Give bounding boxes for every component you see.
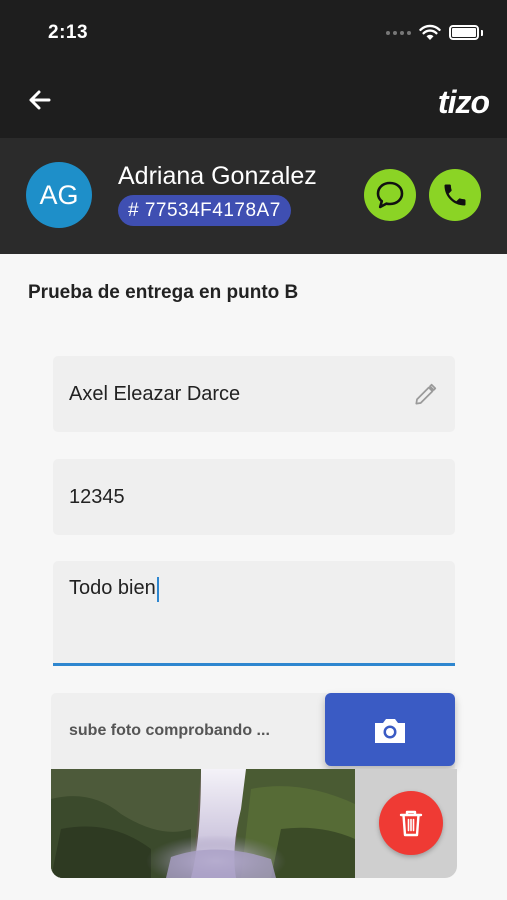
receiver-name-field[interactable]: Axel Eleazar Darce bbox=[53, 356, 455, 432]
delivery-form: Prueba de entrega en punto B Axel Eleaza… bbox=[0, 254, 507, 900]
camera-icon bbox=[375, 718, 405, 743]
call-button[interactable] bbox=[429, 169, 481, 221]
wifi-icon bbox=[419, 24, 441, 40]
code-value: 12345 bbox=[69, 485, 125, 508]
page-title: Prueba de entrega en punto B bbox=[28, 282, 299, 303]
photo-label: sube foto comprobando ... bbox=[69, 722, 270, 739]
order-id-badge: # 77534F4178A7 bbox=[118, 195, 291, 226]
chat-bubble-icon bbox=[376, 181, 404, 209]
battery-tip bbox=[481, 29, 483, 36]
pencil-icon[interactable] bbox=[412, 382, 438, 408]
signal-icon bbox=[386, 30, 411, 35]
phone-icon bbox=[444, 184, 466, 206]
trash-icon bbox=[399, 810, 423, 837]
app-logo: tizo bbox=[437, 84, 490, 120]
app-bar: tizo bbox=[0, 66, 507, 138]
photo-preview-row bbox=[51, 769, 457, 878]
note-field[interactable]: Todo bien bbox=[53, 561, 455, 666]
note-value: Todo bien bbox=[69, 577, 156, 599]
status-bar: 2:13 bbox=[0, 0, 507, 66]
text-caret bbox=[156, 577, 159, 602]
customer-name: Adriana Gonzalez bbox=[118, 162, 317, 190]
customer-header: AG Adriana Gonzalez # 77534F4178A7 bbox=[0, 138, 507, 254]
delete-photo-button[interactable] bbox=[379, 791, 443, 855]
chat-button[interactable] bbox=[364, 169, 416, 221]
avatar: AG bbox=[26, 162, 92, 228]
code-field[interactable]: 12345 bbox=[53, 459, 455, 535]
status-icons bbox=[386, 24, 483, 41]
back-arrow-icon[interactable] bbox=[22, 82, 58, 118]
receiver-name-value: Axel Eleazar Darce bbox=[69, 382, 241, 405]
status-time: 2:13 bbox=[48, 22, 89, 43]
camera-button[interactable] bbox=[325, 693, 455, 766]
waterfall-photo bbox=[51, 769, 355, 878]
battery-icon bbox=[449, 25, 479, 40]
